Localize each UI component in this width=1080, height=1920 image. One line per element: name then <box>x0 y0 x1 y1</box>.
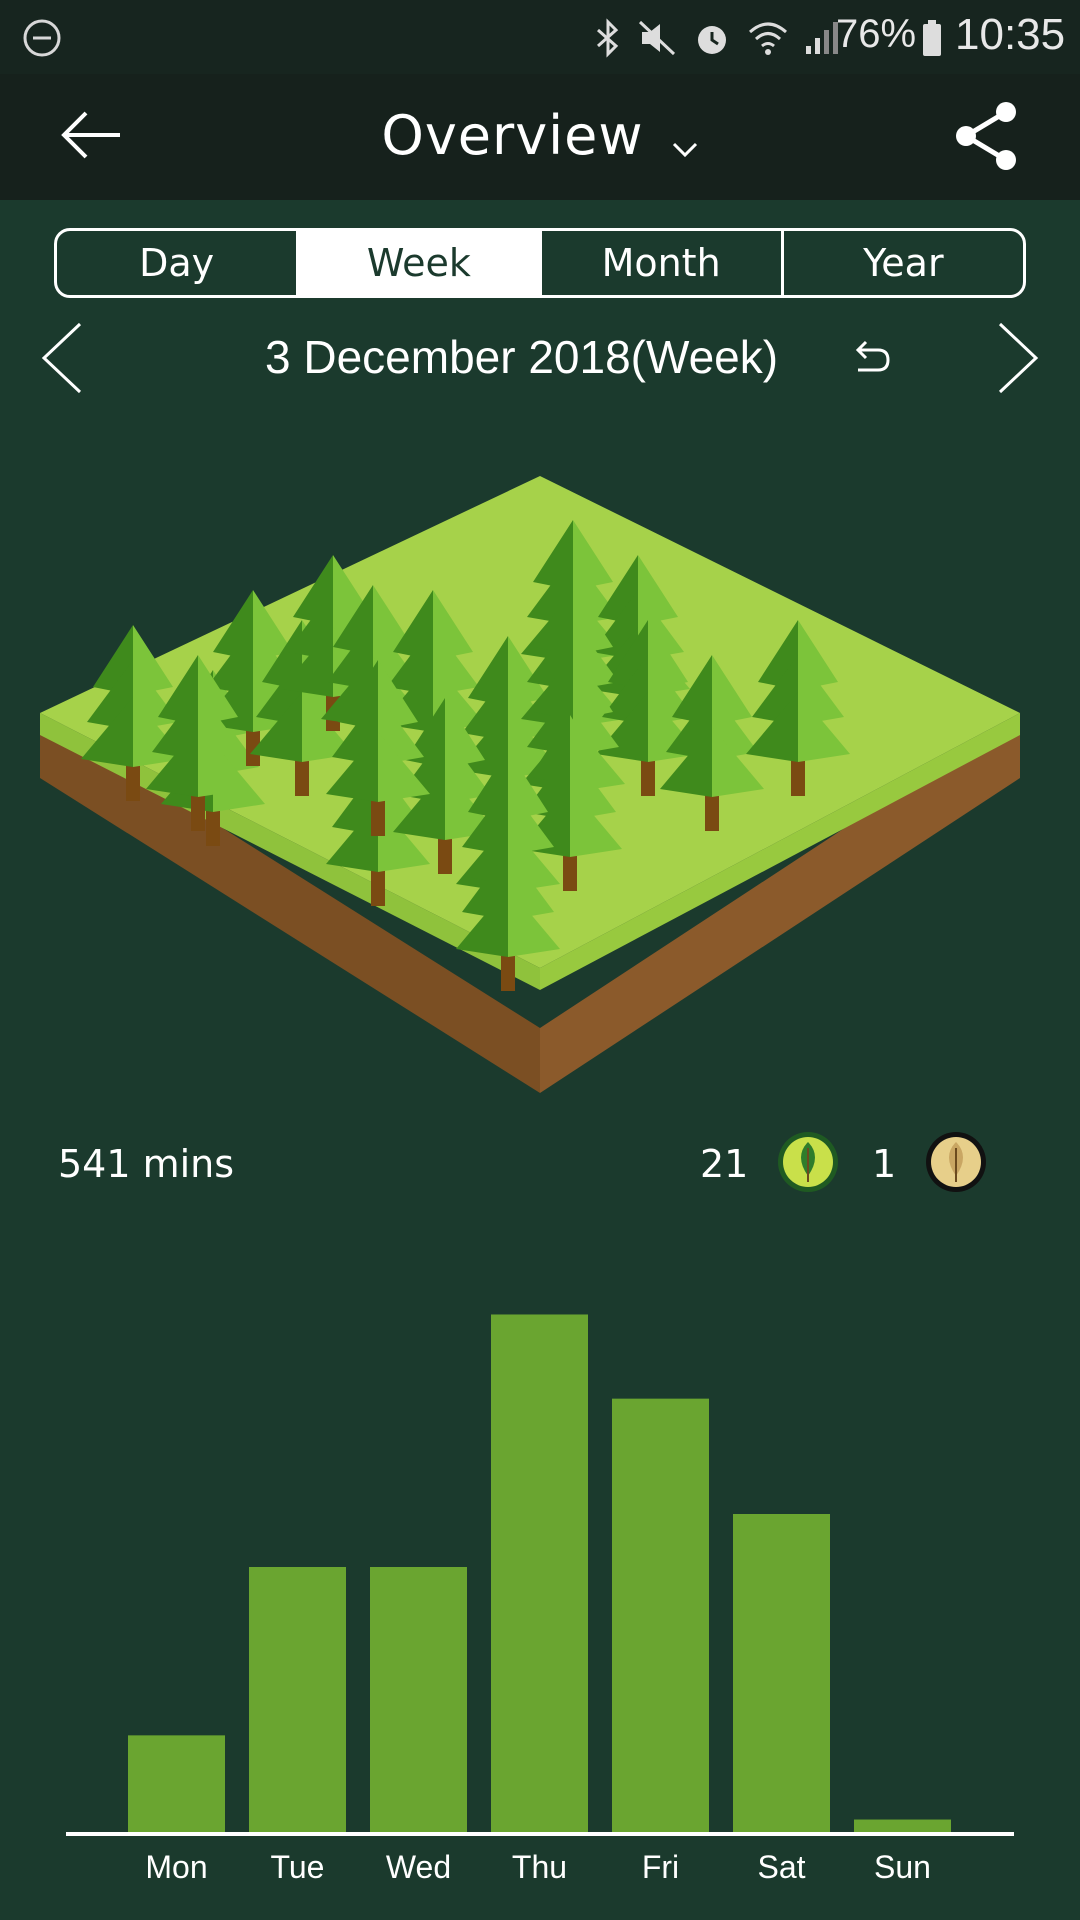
x-tick-label: Wed <box>386 1849 451 1885</box>
bar-sat <box>733 1514 830 1832</box>
chevron-left-icon[interactable] <box>40 320 84 396</box>
alive-tree-count: 21 <box>700 1142 749 1186</box>
summary-row: 541 mins 21 1 <box>0 1130 1080 1210</box>
period-tabs: Day Week Month Year <box>54 228 1026 298</box>
chevron-right-icon[interactable] <box>996 320 1040 396</box>
bar-wed <box>370 1567 467 1832</box>
x-tick-label: Tue <box>271 1849 325 1885</box>
bar-thu <box>491 1314 588 1832</box>
x-tick-label: Sat <box>757 1849 805 1885</box>
mute-icon <box>638 20 676 56</box>
healthy-tree-icon <box>778 1132 838 1192</box>
dnd-icon <box>23 19 61 57</box>
alarm-icon <box>698 26 726 54</box>
title-dropdown[interactable]: Overview <box>0 104 1080 167</box>
forest-illustration <box>40 476 1020 1093</box>
clock: 10:35 <box>955 10 1066 59</box>
bar-tue <box>249 1567 346 1832</box>
bar-mon <box>128 1735 225 1832</box>
undo-icon[interactable] <box>850 338 892 378</box>
tab-week[interactable]: Week <box>299 231 542 295</box>
battery-percentage: 76% <box>836 12 917 56</box>
status-bar: 76% 10:35 <box>0 0 1080 74</box>
focus-time: 541 mins <box>58 1142 235 1186</box>
signal-icon <box>806 22 838 54</box>
page-title: Overview <box>381 104 644 167</box>
weekly-bar-chart: Mon Tue Wed Thu Fri Sat Sun <box>66 1314 1014 1885</box>
tab-month[interactable]: Month <box>542 231 784 295</box>
wifi-icon <box>749 22 787 55</box>
x-tick-label: Mon <box>145 1849 207 1885</box>
bar-sun <box>854 1819 951 1832</box>
share-icon[interactable] <box>952 100 1020 172</box>
dead-tree-count: 1 <box>872 1142 897 1186</box>
battery-icon <box>923 20 941 56</box>
x-tick-label: Thu <box>512 1849 567 1885</box>
x-tick-label: Fri <box>642 1849 679 1885</box>
date-label: 3 December 2018(Week) <box>265 331 779 383</box>
bluetooth-icon <box>597 18 619 58</box>
tab-year[interactable]: Year <box>784 231 1023 295</box>
x-tick-label: Sun <box>874 1849 931 1885</box>
tab-day[interactable]: Day <box>57 231 300 295</box>
date-navigator: 3 December 2018(Week) <box>0 320 1080 400</box>
status-icons <box>592 18 840 58</box>
app-bar: Overview <box>0 74 1080 200</box>
bar-fri <box>612 1398 709 1832</box>
chevron-down-icon <box>672 142 697 157</box>
withered-tree-icon <box>926 1132 986 1192</box>
